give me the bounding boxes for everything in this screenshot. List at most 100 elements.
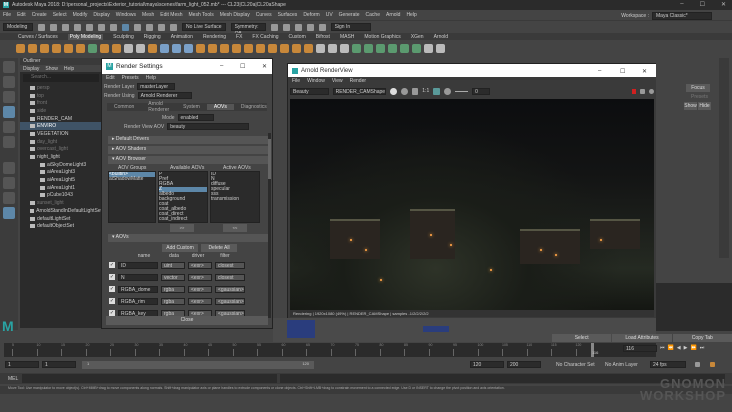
- tab-diagnostics[interactable]: Diagnostics: [234, 104, 274, 110]
- maximize-button[interactable]: ☐: [620, 68, 625, 75]
- shelf-tab-motion-graphics[interactable]: Motion Graphics: [364, 34, 400, 40]
- copy-tab-button[interactable]: Copy Tab: [672, 333, 732, 342]
- undo-icon[interactable]: [74, 23, 81, 31]
- scale-tool-icon[interactable]: [3, 136, 15, 148]
- menu-modify[interactable]: Modify: [73, 12, 88, 18]
- range-slider[interactable]: 1 120: [82, 361, 314, 369]
- menu-help[interactable]: Help: [406, 12, 416, 18]
- render-layer-dropdown[interactable]: masterLayer: [137, 83, 176, 90]
- render-view-icon[interactable]: [270, 23, 278, 31]
- playback-start-field[interactable]: 1: [42, 361, 76, 368]
- new-scene-icon[interactable]: [38, 23, 45, 31]
- aov-groups-list[interactable]: <builtin> aiShadowMatte: [108, 171, 156, 223]
- fps-dropdown[interactable]: 24 fps: [650, 361, 686, 368]
- outliner-item[interactable]: aiAreaLight5: [20, 176, 102, 184]
- aov-name-field[interactable]: RGBA_dome: [118, 285, 158, 293]
- menu-edit[interactable]: Edit: [17, 12, 26, 18]
- render-settings-icon[interactable]: [306, 23, 314, 31]
- lasso-tool-icon[interactable]: [3, 76, 15, 88]
- close-render-settings-button[interactable]: Close: [106, 316, 268, 325]
- presets-button[interactable]: Presets: [691, 94, 708, 100]
- outliner-item[interactable]: defaultObjectSet: [20, 222, 102, 230]
- maximize-button[interactable]: ☐: [700, 1, 705, 8]
- aov-data-field[interactable]: rgba: [161, 285, 185, 293]
- menu-windows[interactable]: Windows: [116, 12, 136, 18]
- hide-button[interactable]: Hide: [698, 102, 711, 110]
- shelf-tab-fx-caching[interactable]: FX Caching: [252, 34, 278, 40]
- shelf-tool-icon[interactable]: [376, 43, 385, 53]
- close-button[interactable]: ✕: [721, 1, 726, 8]
- minimize-button[interactable]: –: [220, 63, 223, 69]
- aov-name-field[interactable]: RGBA_rim: [118, 297, 158, 305]
- aov-filter-field[interactable]: closest: [215, 273, 245, 281]
- enable-checkbox[interactable]: ✓: [109, 262, 115, 268]
- shelf-tab-animation[interactable]: Animation: [171, 34, 193, 40]
- start-time-field[interactable]: 1: [5, 361, 39, 368]
- menu-file[interactable]: File: [292, 78, 300, 84]
- exposure-icon[interactable]: [443, 87, 451, 95]
- close-button[interactable]: ✕: [642, 68, 647, 75]
- shelf-tab-rendering[interactable]: Rendering: [203, 34, 226, 40]
- shelf-tool-icon[interactable]: [304, 43, 313, 53]
- menu-view[interactable]: View: [332, 78, 343, 84]
- select-button[interactable]: Select: [552, 333, 612, 342]
- shelf-tab-xgen[interactable]: XGen: [411, 34, 424, 40]
- aov-name-field[interactable]: ID: [118, 261, 158, 269]
- save-scene-icon[interactable]: [62, 23, 69, 31]
- aov-browser-section[interactable]: ▾ AOV Browser: [108, 156, 269, 164]
- shelf-tool-icon[interactable]: [208, 43, 217, 53]
- snap-grid-icon[interactable]: [134, 23, 141, 31]
- available-aov-item[interactable]: coat_indirect: [159, 217, 207, 222]
- render-button-icon[interactable]: [390, 87, 397, 95]
- outliner-item[interactable]: front: [20, 99, 102, 107]
- shelf-tool-icon[interactable]: [424, 43, 433, 53]
- step-back-icon[interactable]: ⏪: [668, 345, 674, 351]
- snap-curve-icon[interactable]: [146, 23, 153, 31]
- live-surface-dropdown[interactable]: No Live Surface: [182, 23, 226, 31]
- menu-surfaces[interactable]: Surfaces: [278, 12, 298, 18]
- record-icon[interactable]: [631, 88, 637, 94]
- outliner-menu-display[interactable]: Display: [23, 66, 39, 72]
- single-pane-layout-icon[interactable]: [3, 162, 15, 174]
- shelf-tool-icon[interactable]: [136, 43, 145, 53]
- outliner-item[interactable]: side: [20, 107, 102, 115]
- shelf-tool-icon[interactable]: [316, 43, 325, 53]
- render-icon[interactable]: [282, 23, 290, 31]
- shelf-tool-icon[interactable]: [436, 43, 445, 53]
- persp-outliner-layout-icon[interactable]: [3, 207, 15, 219]
- shelf-tab-poly-modeling[interactable]: Poly Modeling: [67, 33, 104, 40]
- move-tool-icon[interactable]: [3, 106, 15, 118]
- default-drivers-section[interactable]: ▸ Default Drivers: [108, 136, 269, 144]
- shelf-tool-icon[interactable]: [40, 43, 49, 53]
- shelf-tool-icon[interactable]: [340, 43, 349, 53]
- scrollbar[interactable]: [268, 133, 271, 318]
- camera-dropdown[interactable]: RENDER_CAMShape: [332, 87, 387, 95]
- shelf-tool-icon[interactable]: [16, 43, 25, 53]
- play-forward-icon[interactable]: ▶: [684, 345, 688, 351]
- menu-mesh-display[interactable]: Mesh Display: [220, 12, 250, 18]
- render-view-aov-dropdown[interactable]: beauty: [167, 123, 250, 130]
- enable-checkbox[interactable]: ✓: [109, 274, 115, 280]
- load-attributes-button[interactable]: Load Attributes: [612, 333, 672, 342]
- aovs-section[interactable]: ▾ AOVs: [108, 234, 269, 242]
- shelf-tool-icon[interactable]: [388, 43, 397, 53]
- menu-set-dropdown[interactable]: Modeling: [3, 23, 33, 31]
- outliner-item[interactable]: overcast_light: [20, 146, 102, 154]
- aov-data-field[interactable]: uint: [161, 261, 185, 269]
- tab-system[interactable]: System: [176, 104, 207, 110]
- active-aov-item[interactable]: transmission: [211, 197, 259, 202]
- loop-icon[interactable]: [695, 362, 700, 367]
- menu-cache[interactable]: Cache: [366, 12, 380, 18]
- shelf-tool-icon[interactable]: [352, 43, 361, 53]
- menu-create[interactable]: Create: [32, 12, 47, 18]
- menu-select[interactable]: Select: [53, 12, 67, 18]
- shelf-tool-icon[interactable]: [280, 43, 289, 53]
- auto-key-icon[interactable]: [710, 362, 715, 367]
- shelf-tool-icon[interactable]: [160, 43, 169, 53]
- available-aovs-list[interactable]: P Pref RGBA Zalbedo background coat coat_albed…: [158, 171, 208, 223]
- aov-driver-field[interactable]: <exr>: [188, 273, 212, 281]
- ipr-icon[interactable]: [294, 23, 302, 31]
- outliner-item[interactable]: aiAreaLight1: [20, 184, 102, 192]
- menu-deform[interactable]: Deform: [303, 12, 319, 18]
- outliner-item[interactable]: ENVIRO: [20, 122, 102, 131]
